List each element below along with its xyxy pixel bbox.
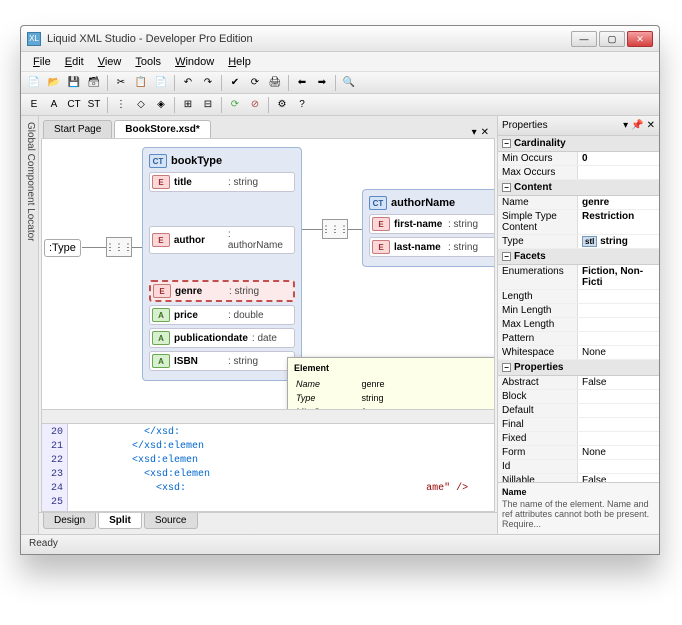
- expand-all-icon[interactable]: ⊞: [179, 96, 197, 114]
- ct-authorname-label: authorName: [391, 197, 455, 209]
- transform-icon[interactable]: ⟳: [246, 74, 264, 92]
- ct-badge-icon: CT: [369, 196, 387, 210]
- line-number-gutter: 202122232425: [42, 424, 68, 511]
- refresh-icon[interactable]: ⟳: [226, 96, 244, 114]
- propgroup-properties[interactable]: −Properties: [498, 360, 659, 376]
- generate-code-icon[interactable]: ⚙: [273, 96, 291, 114]
- cut-icon[interactable]: ✂: [112, 74, 130, 92]
- properties-title: Properties: [502, 120, 548, 131]
- validate-icon[interactable]: ✔: [226, 74, 244, 92]
- help-icon[interactable]: ?: [293, 96, 311, 114]
- view-tabs: Design Split Source: [39, 512, 497, 534]
- attribute-price[interactable]: Aprice: double: [149, 305, 295, 325]
- menubar: File Edit View Tools Window Help: [21, 52, 659, 72]
- schema-attr-icon[interactable]: A: [45, 96, 63, 114]
- menu-file[interactable]: File: [27, 54, 57, 70]
- attribute-isbn[interactable]: AISBN: string: [149, 351, 295, 371]
- schema-st-icon[interactable]: ST: [85, 96, 103, 114]
- code-editor[interactable]: </xsd: </xsd:elemen <xsd:elemen <xsd:ele…: [68, 424, 494, 511]
- horizontal-scrollbar[interactable]: [42, 409, 494, 423]
- close-button[interactable]: ✕: [627, 31, 653, 47]
- new-file-icon[interactable]: 📄: [25, 74, 43, 92]
- ct-badge-icon: CT: [149, 154, 167, 168]
- back-icon[interactable]: ⬅: [293, 74, 311, 92]
- property-description: Name The name of the element. Name and r…: [498, 482, 659, 534]
- stop-icon[interactable]: ⊘: [246, 96, 264, 114]
- complextype-authorname[interactable]: CT authorName Efirst-name: string Elast-n…: [362, 189, 494, 267]
- attribute-publicationdate[interactable]: Apublicationdate: date: [149, 328, 295, 348]
- menu-edit[interactable]: Edit: [59, 54, 90, 70]
- copy-icon[interactable]: 📋: [132, 74, 150, 92]
- save-all-icon[interactable]: 🗃: [85, 74, 103, 92]
- minimize-button[interactable]: —: [571, 31, 597, 47]
- element-firstname[interactable]: Efirst-name: string: [369, 214, 494, 234]
- element-title[interactable]: Etitle: string: [149, 172, 295, 192]
- schema-all-icon[interactable]: ◈: [152, 96, 170, 114]
- undo-icon[interactable]: ↶: [179, 74, 197, 92]
- menu-tools[interactable]: Tools: [129, 54, 167, 70]
- document-tabs: Start Page BookStore.xsd* ▾ ✕: [39, 116, 497, 138]
- schema-element-icon[interactable]: E: [25, 96, 43, 114]
- viewtab-design[interactable]: Design: [43, 513, 96, 529]
- toolbar-2: E A CT ST ⋮ ◇ ◈ ⊞ ⊟ ⟳ ⊘ ⚙ ?: [21, 94, 659, 116]
- propgroup-cardinality[interactable]: −Cardinality: [498, 136, 659, 152]
- tab-dropdown-icon[interactable]: ▾: [472, 127, 477, 138]
- redo-icon[interactable]: ↷: [199, 74, 217, 92]
- app-icon: XL: [27, 32, 41, 46]
- designer-pane: :Type ⋮⋮⋮ CT bookType Etitle: string Eaut…: [41, 138, 495, 512]
- schema-seq-icon[interactable]: ⋮: [112, 96, 130, 114]
- source-code-pane[interactable]: 202122232425 </xsd: </xsd:elemen <xsd:el…: [42, 423, 494, 511]
- global-component-locator-tab[interactable]: Global Component Locator: [21, 116, 39, 534]
- window-title: Liquid XML Studio - Developer Pro Editio…: [47, 33, 571, 45]
- schema-choice-icon[interactable]: ◇: [132, 96, 150, 114]
- titlebar[interactable]: XL Liquid XML Studio - Developer Pro Edi…: [21, 26, 659, 52]
- app-window: XL Liquid XML Studio - Developer Pro Edi…: [20, 25, 660, 555]
- properties-grid[interactable]: −Cardinality Min Occurs0 Max Occurs −Con…: [498, 136, 659, 482]
- save-icon[interactable]: 💾: [65, 74, 83, 92]
- open-icon[interactable]: 📂: [45, 74, 63, 92]
- collapse-all-icon[interactable]: ⊟: [199, 96, 217, 114]
- panel-dropdown-icon[interactable]: ▾: [623, 120, 628, 131]
- status-bar: Ready: [21, 534, 659, 554]
- element-author[interactable]: Eauthor: authorName: [149, 226, 295, 254]
- properties-panel: Properties ▾📌 ✕ −Cardinality Min Occurs0 …: [497, 116, 659, 534]
- menu-view[interactable]: View: [92, 54, 128, 70]
- paste-icon[interactable]: 📄: [152, 74, 170, 92]
- propgroup-content[interactable]: −Content: [498, 180, 659, 196]
- menu-window[interactable]: Window: [169, 54, 220, 70]
- sequence-compositor-1[interactable]: ⋮⋮⋮: [106, 237, 132, 257]
- schema-ct-icon[interactable]: CT: [65, 96, 83, 114]
- panel-pin-icon[interactable]: 📌: [631, 120, 643, 131]
- element-lastname[interactable]: Elast-name: string: [369, 237, 494, 257]
- complextype-booktype[interactable]: CT bookType Etitle: string Eauthor: autho…: [142, 147, 302, 381]
- schema-diagram[interactable]: :Type ⋮⋮⋮ CT bookType Etitle: string Eaut…: [42, 139, 494, 409]
- sequence-compositor-2[interactable]: ⋮⋮⋮: [322, 219, 348, 239]
- maximize-button[interactable]: ▢: [599, 31, 625, 47]
- propgroup-facets[interactable]: −Facets: [498, 249, 659, 265]
- forward-icon[interactable]: ➡: [313, 74, 331, 92]
- viewtab-source[interactable]: Source: [144, 513, 198, 529]
- panel-close-icon[interactable]: ✕: [647, 120, 655, 131]
- menu-help[interactable]: Help: [222, 54, 257, 70]
- find-icon[interactable]: 🔍: [340, 74, 358, 92]
- print-icon[interactable]: 🖨: [266, 74, 284, 92]
- root-type-node[interactable]: :Type: [44, 239, 81, 257]
- tooltip-element-details: Element NamegenreTypestringMin Occurs0Ma…: [287, 357, 494, 409]
- ct-booktype-label: bookType: [171, 155, 222, 167]
- tab-bookstore-xsd[interactable]: BookStore.xsd*: [114, 120, 210, 138]
- viewtab-split[interactable]: Split: [98, 513, 142, 529]
- tab-start-page[interactable]: Start Page: [43, 120, 112, 138]
- toolbar-1: 📄 📂 💾 🗃 ✂ 📋 📄 ↶ ↷ ✔ ⟳ 🖨 ⬅ ➡ 🔍: [21, 72, 659, 94]
- tab-close-icon[interactable]: ✕: [481, 127, 489, 138]
- element-genre[interactable]: Egenre: string: [149, 280, 295, 302]
